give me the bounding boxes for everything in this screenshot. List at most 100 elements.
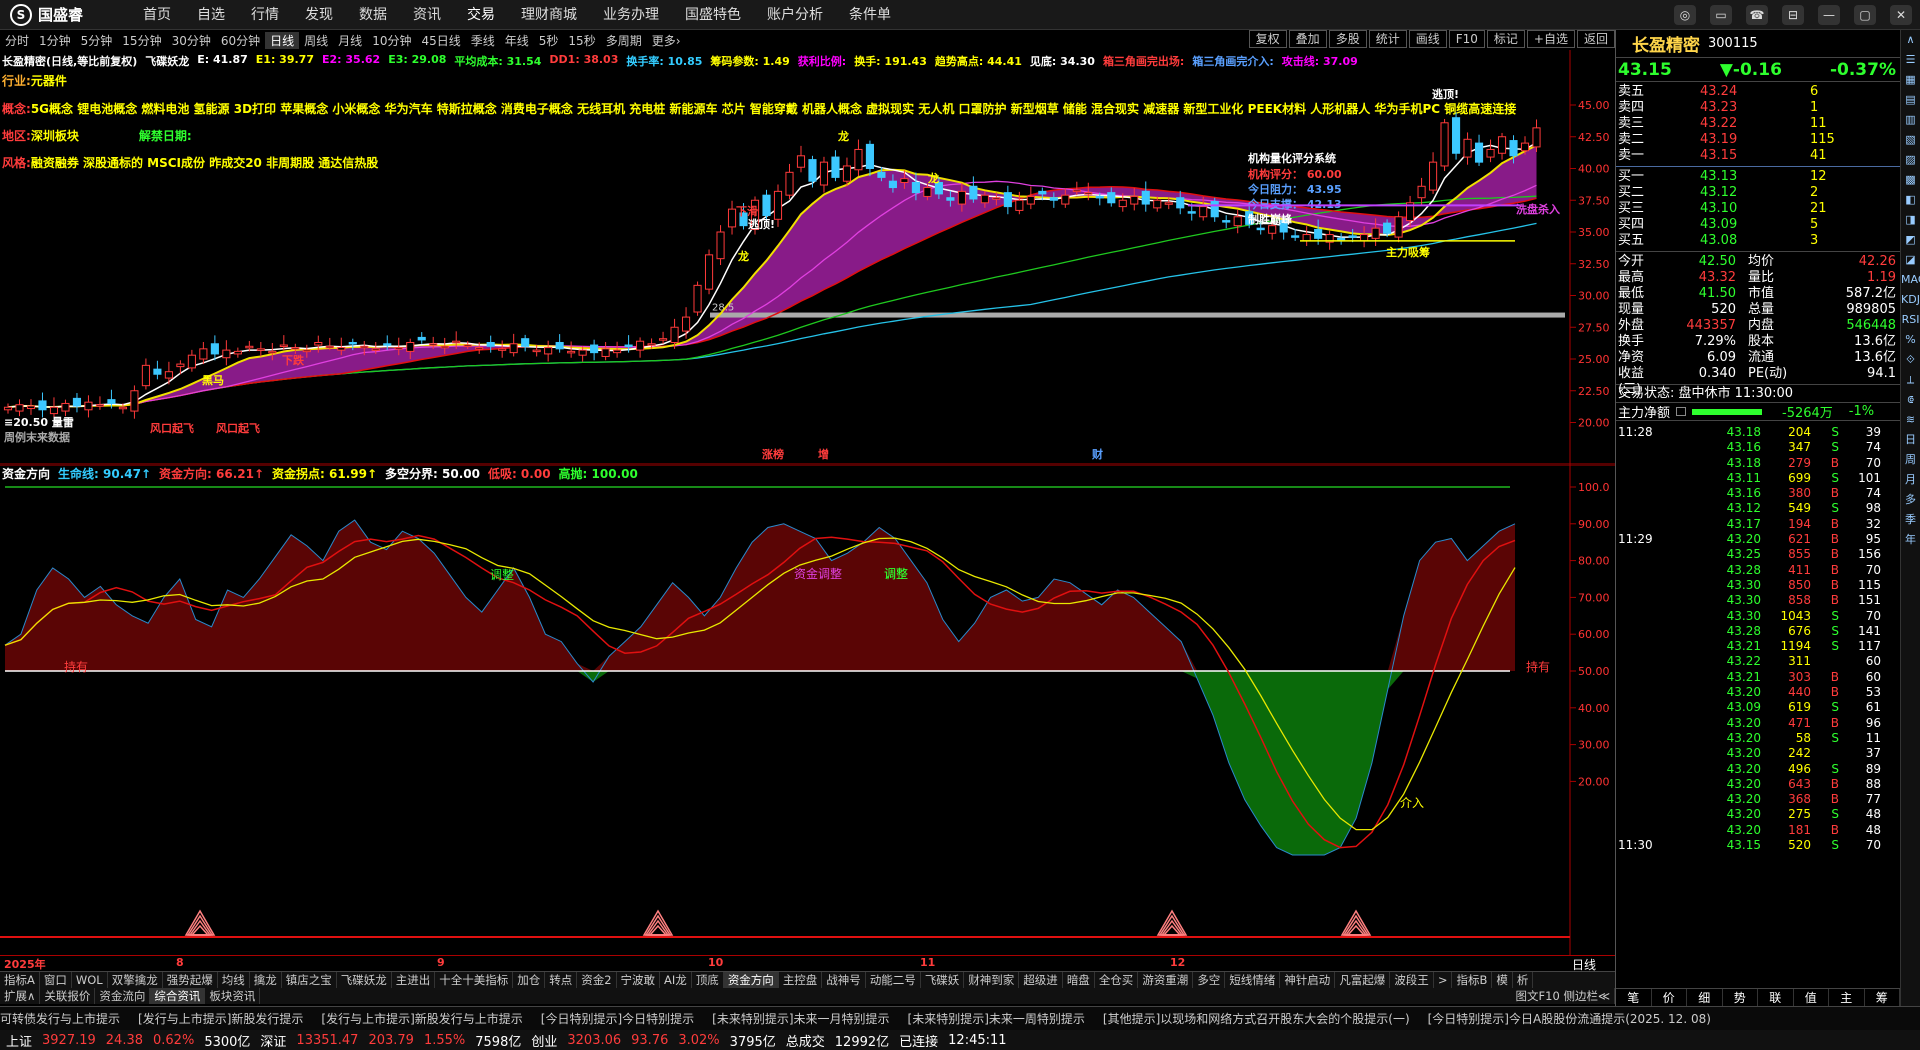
sidebar-tool-icon[interactable]: % [1901,330,1920,350]
indicator-tab[interactable]: 指标A [0,972,40,988]
indicator-tab[interactable]: 双擎擒龙 [108,972,163,988]
toolbar-button[interactable]: 返回 [1576,30,1615,48]
bottom-tab[interactable]: 扩展∧ [0,988,41,1004]
window-button-icon[interactable]: ▭ [1710,5,1732,25]
quote-tab[interactable]: 值 [1794,989,1829,1006]
fund-direction-indicator[interactable]: 100.0 90.00 80.00 70.00 60.00 50.00 40.00 30.00… [0,465,1615,955]
indicator-tab[interactable]: 擒龙 [250,972,282,988]
toolbar-button[interactable]: +自选 [1526,30,1575,48]
toolbar-button[interactable]: 画线 [1408,30,1447,48]
period-tab[interactable]: 更多› [647,32,686,49]
sidebar-tool-icon[interactable]: RSI [1901,310,1920,330]
menu-item[interactable]: 资讯 [400,0,454,30]
indicator-tab[interactable]: 转点 [545,972,578,988]
sidebar-tool-icon[interactable]: ⟂ [1901,370,1920,390]
menu-item[interactable]: 业务办理 [590,0,672,30]
window-button-icon[interactable]: ✕ [1890,5,1912,25]
menu-item[interactable]: 首页 [130,0,184,30]
window-button-icon[interactable]: ⊟ [1782,5,1804,25]
indicator-tab[interactable]: 加仓 [513,972,546,988]
indicator-tab[interactable]: 资金2 [577,972,617,988]
sidebar-tool-icon[interactable]: ▦ [1901,70,1920,90]
period-tab[interactable]: 1分钟 [34,32,76,49]
sidebar-tool-icon[interactable]: 季 [1901,510,1920,530]
indicator-tab[interactable]: 飞碟妖龙 [337,972,392,988]
toolbar-button[interactable]: F10 [1448,30,1485,48]
news-item[interactable]: [今日特别提示]今日A股股份流通提示(2025. 12. 08) [1428,1010,1711,1027]
sidebar-tool-icon[interactable]: ▧ [1901,130,1920,150]
indicator-tab[interactable]: 超级进 [1019,972,1063,988]
indicator-tab[interactable]: 资金方向 [723,972,779,988]
period-tab[interactable]: 30分钟 [167,32,216,49]
indicator-tab[interactable]: 暗盘 [1063,972,1095,988]
news-item[interactable]: [发行与上市提示]新股发行提示 [138,1010,303,1027]
indicator-tab[interactable]: 凡富起爆 [1335,972,1391,988]
sidebar-tool-icon[interactable]: ▥ [1901,110,1920,130]
indicator-tab[interactable]: 游资重潮 [1138,972,1194,988]
sidebar-tool-icon[interactable]: KDJ [1901,290,1920,310]
news-item[interactable]: [未来特别提示]未来一月特别提示 [712,1010,889,1027]
news-item[interactable]: [其他提示]以现场和网络方式召开股东大会的个股提示(一) [1103,1010,1410,1027]
indicator-tab[interactable]: 均线 [218,972,250,988]
quote-tab[interactable]: 主 [1829,989,1865,1006]
quote-tab[interactable]: 价 [1652,989,1687,1006]
app-logo[interactable]: S 国盛睿 [0,3,130,26]
indicator-tab[interactable]: 短线情绪 [1225,972,1281,988]
window-button-icon[interactable]: ☎ [1746,5,1768,25]
indicator-tab[interactable]: 主控盘 [779,972,823,988]
indicator-tab[interactable]: 指标B [1452,972,1493,988]
sidebar-tool-icon[interactable]: ◪ [1901,250,1920,270]
indicator-tab[interactable]: 十全十美指标 [435,972,514,988]
news-item[interactable]: 可转债发行与上市提示 [0,1010,120,1027]
toolbar-button[interactable]: 复权 [1248,30,1287,48]
indicator-tab[interactable]: 强势起爆 [163,972,218,988]
indicator-tab[interactable]: WOL [72,972,108,988]
menu-item[interactable]: 行情 [238,0,292,30]
sidebar-tool-icon[interactable]: 日 [1901,430,1920,450]
toolbar-button[interactable]: 统计 [1368,30,1407,48]
period-tab[interactable]: 季线 [466,32,500,49]
sidebar-tool-icon[interactable]: ▨ [1901,150,1920,170]
indicator-tab[interactable]: 飞碟妖 [921,972,965,988]
sidebar-tool-icon[interactable]: ◩ [1901,230,1920,250]
period-tab[interactable]: 多周期 [601,32,647,49]
news-item[interactable]: [未来特别提示]未来一周特别提示 [908,1010,1085,1027]
menu-item[interactable]: 国盛特色 [672,0,754,30]
bottom-tab[interactable]: 板块资讯 [205,988,261,1004]
indicator-tab[interactable]: 战神号 [822,972,866,988]
bottom-tab[interactable]: 关联报价 [40,988,96,1004]
toolbar-button[interactable]: 叠加 [1288,30,1327,48]
period-tab[interactable]: 5秒 [534,32,564,49]
menu-item[interactable]: 自选 [184,0,238,30]
sidebar-tool-icon[interactable]: ∧ [1901,30,1920,50]
menu-item[interactable]: 条件单 [836,0,904,30]
news-item[interactable]: [发行与上市提示]新股发行与上市提示 [321,1010,522,1027]
checkbox-icon[interactable] [1676,407,1687,416]
news-item[interactable]: [今日特别提示]今日特别提示 [541,1010,694,1027]
sidebar-tool-icon[interactable]: MACD [1901,270,1920,290]
indicator-tab[interactable]: 波段王 [1390,972,1434,988]
quote-tab[interactable]: 联 [1758,989,1794,1006]
indicator-tab[interactable]: > [1434,972,1453,988]
indicator-tab[interactable]: 窗口 [40,972,72,988]
indicator-tab[interactable]: 主进出 [392,972,436,988]
sidebar-toggle[interactable]: 图文F10 侧边栏≪ [1512,988,1615,1004]
sidebar-tool-icon[interactable]: 年 [1901,530,1920,550]
window-button-icon[interactable]: ◎ [1674,5,1696,25]
quote-tab[interactable]: 势 [1723,989,1758,1006]
menu-item[interactable]: 交易 [454,0,508,30]
indicator-tab[interactable]: AI龙 [660,972,692,988]
bottom-tab[interactable]: 资金流向 [95,988,151,1004]
sidebar-tool-icon[interactable]: 多 [1901,490,1920,510]
period-tab[interactable]: 15秒 [563,32,600,49]
period-tab[interactable]: 月线 [333,32,367,49]
period-tab[interactable]: 周线 [299,32,333,49]
sidebar-tool-icon[interactable]: ⟐ [1901,350,1920,370]
sidebar-tool-icon[interactable]: 月 [1901,470,1920,490]
quote-tab[interactable]: 筹 [1865,989,1900,1006]
toolbar-button[interactable]: 多股 [1328,30,1367,48]
period-tab[interactable]: 45日线 [416,32,465,49]
period-tab[interactable]: 日线 [265,31,300,49]
indicator-tab[interactable]: 析 [1513,972,1534,988]
indicator-tab[interactable]: 顶底 [692,972,724,988]
